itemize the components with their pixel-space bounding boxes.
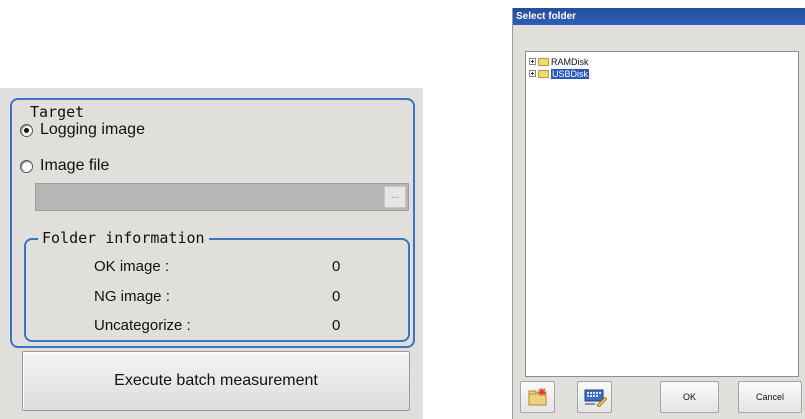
- target-group-title: Target: [26, 103, 89, 121]
- folder-information-group: Folder information OK image : 0 NG image…: [24, 229, 410, 342]
- logging-image-radio[interactable]: [20, 123, 33, 137]
- tree-item-ramdisk[interactable]: RAMDisk: [529, 56, 589, 67]
- logging-image-radio-option[interactable]: Logging image: [20, 121, 145, 139]
- folder-tree[interactable]: RAMDisk USBDisk: [525, 51, 799, 377]
- image-file-radio-option[interactable]: Image file: [20, 157, 109, 175]
- logging-image-label: Logging image: [40, 121, 145, 138]
- folder-icon: [538, 57, 549, 66]
- ok-image-label: OK image :: [94, 258, 170, 275]
- select-folder-dialog: Select folder RAMDisk USBDisk OK Cancel: [512, 8, 805, 419]
- folder-information-title: Folder information: [38, 229, 209, 247]
- new-folder-button[interactable]: [520, 381, 555, 413]
- target-group: Target Logging image Image file Folder i…: [10, 98, 415, 348]
- expand-icon[interactable]: [529, 58, 536, 65]
- execute-batch-measurement-button[interactable]: Execute batch measurement: [22, 351, 410, 411]
- image-file-radio[interactable]: [20, 159, 33, 173]
- new-folder-icon: [528, 388, 546, 406]
- rename-button[interactable]: [577, 381, 612, 413]
- dialog-title: Select folder: [513, 8, 805, 25]
- ok-button[interactable]: OK: [660, 381, 719, 413]
- tree-item-usbdisk[interactable]: USBDisk: [529, 68, 590, 79]
- expand-icon[interactable]: [529, 70, 536, 77]
- image-file-path-field[interactable]: ...: [35, 183, 409, 211]
- uncategorize-count: 0: [332, 317, 341, 334]
- image-file-label: Image file: [40, 157, 110, 174]
- uncategorize-label: Uncategorize :: [94, 317, 191, 334]
- ng-image-label: NG image :: [94, 288, 170, 305]
- tree-item-label: RAMDisk: [551, 56, 589, 67]
- ng-image-count: 0: [332, 288, 341, 305]
- browse-button[interactable]: ...: [384, 186, 406, 208]
- ok-image-count: 0: [332, 258, 341, 275]
- folder-icon: [538, 69, 549, 78]
- tree-item-label: USBDisk: [551, 68, 590, 79]
- rename-icon: [584, 389, 607, 407]
- target-panel: Target Logging image Image file Folder i…: [0, 88, 423, 419]
- cancel-button[interactable]: Cancel: [738, 381, 802, 413]
